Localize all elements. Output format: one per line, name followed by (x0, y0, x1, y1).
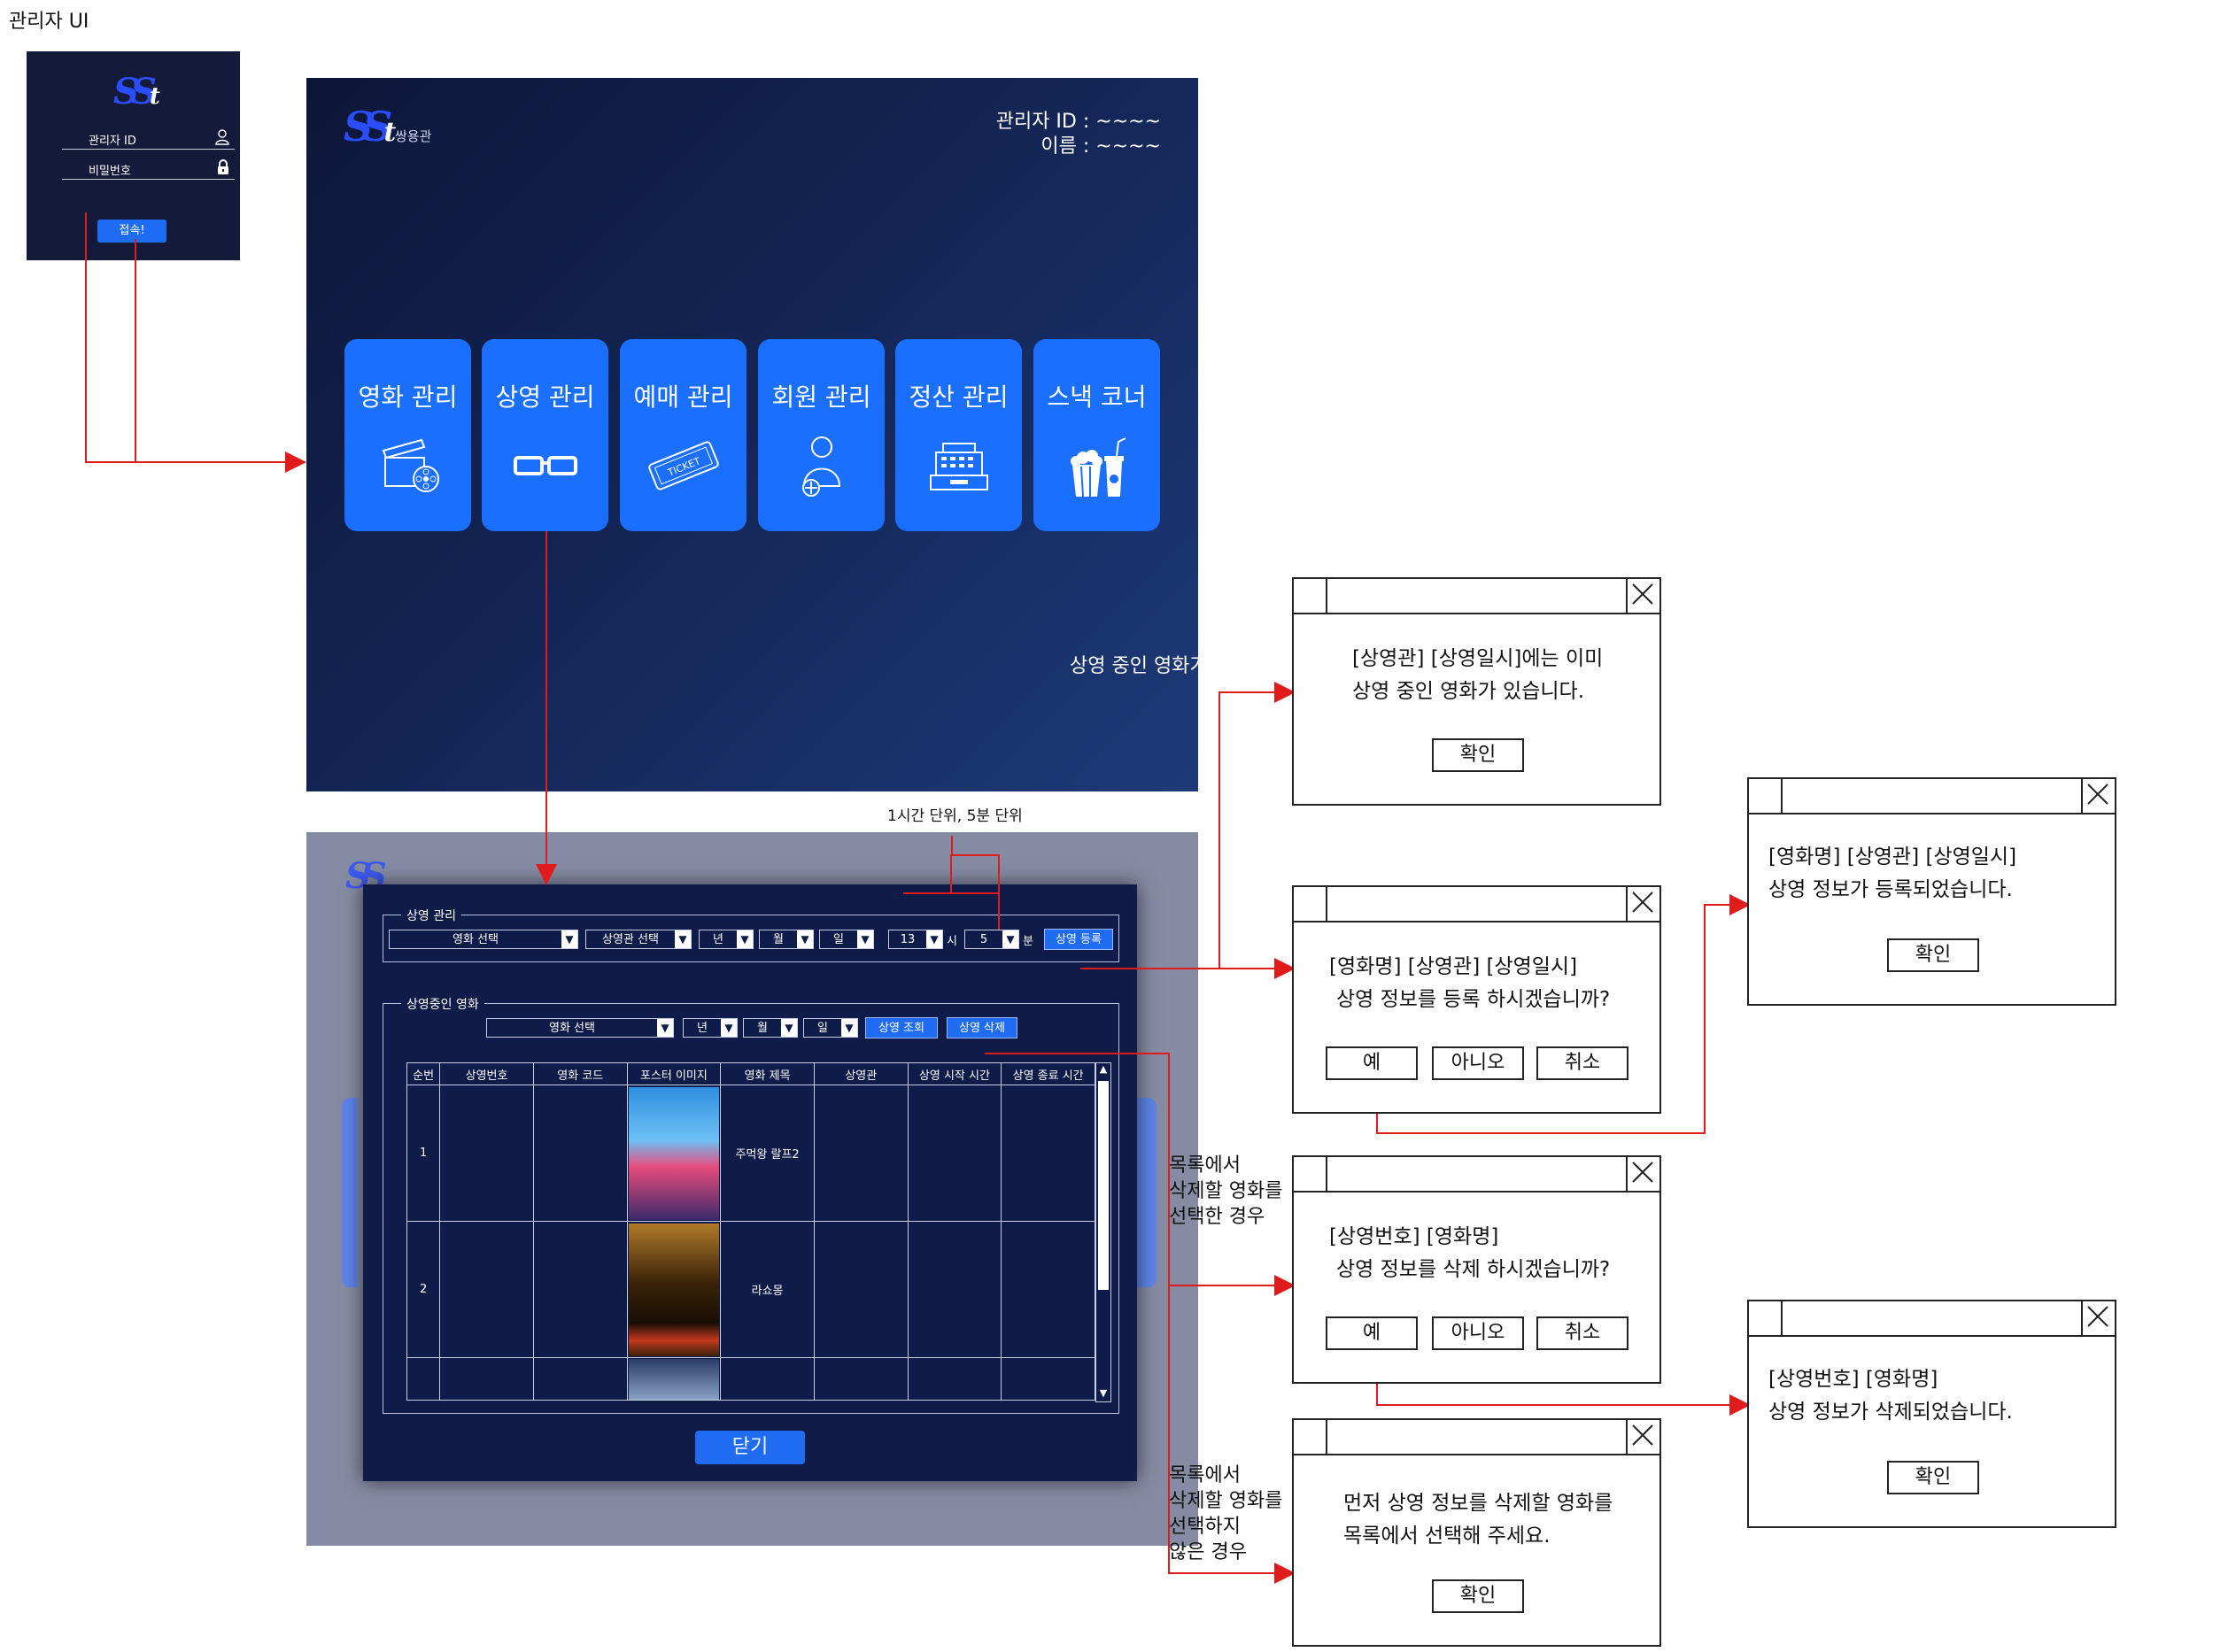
window-menu-icon (1749, 779, 1783, 813)
dialog-message: [상영관] [상영일시]에는 이미 상영 중인 영화가 있습니다. (1352, 647, 1604, 703)
close-icon[interactable] (2081, 779, 2115, 813)
close-icon[interactable] (1626, 1157, 1659, 1191)
if-not-exists-note: 없다면 (1215, 972, 1269, 994)
close-icon[interactable] (1626, 1420, 1659, 1454)
ok-button[interactable]: 확인 (1432, 738, 1524, 772)
yes-button[interactable]: 예 (1326, 1046, 1418, 1080)
ok-button[interactable]: 확인 (1887, 938, 1979, 972)
cancel-button[interactable]: 취소 (1536, 1046, 1628, 1080)
yes-button[interactable]: 예 (1326, 1316, 1418, 1350)
register-done-dialog: [영화명] [상영관] [상영일시] 상영 정보가 등록되었습니다. 확인 (1747, 777, 2116, 1006)
dialog-titlebar (1294, 579, 1659, 614)
delete-confirm-dialog: [상영번호] [영화명] 상영 정보를 삭제 하시겠습니까? 예 아니오 취소 (1292, 1155, 1661, 1384)
dialog-message: [영화명] [상영관] [상영일시] 상영 정보를 등록 하시겠습니까? (1329, 955, 1611, 1011)
register-confirm-dialog: [영화명] [상영관] [상영일시] 상영 정보를 등록 하시겠습니까? 예 아니… (1292, 885, 1661, 1114)
close-icon[interactable] (1626, 579, 1659, 613)
cancel-button[interactable]: 취소 (1536, 1316, 1628, 1350)
window-menu-icon (1294, 887, 1327, 921)
dialog-message: [상영번호] [영화명] 상영 정보를 삭제 하시겠습니까? (1329, 1225, 1611, 1281)
delete-selected-note: 목록에서 삭제할 영화를 선택한 경우 (1169, 1154, 1283, 1228)
window-menu-icon (1294, 1157, 1327, 1191)
dialog-titlebar (1294, 887, 1659, 922)
ok-button[interactable]: 확인 (1432, 1579, 1524, 1613)
ok-button[interactable]: 확인 (1887, 1461, 1979, 1494)
dialog-message: [영화명] [상영관] [상영일시] 상영 정보가 등록되었습니다. (1768, 845, 2017, 901)
delete-not-selected-note: 목록에서 삭제할 영화를 선택하지 않은 경우 (1169, 1464, 1283, 1563)
delete-done-dialog: [상영번호] [영화명] 상영 정보가 삭제되었습니다. 확인 (1747, 1300, 2116, 1528)
close-icon[interactable] (1626, 887, 1659, 921)
dialog-message: [상영번호] [영화명] 상영 정보가 삭제되었습니다. (1768, 1368, 2013, 1424)
dialog-message: 먼저 상영 정보를 삭제할 영화를 목록에서 선택해 주세요. (1343, 1492, 1613, 1548)
conflict-dialog: [상영관] [상영일시]에는 이미 상영 중인 영화가 있습니다. 확인 (1292, 577, 1661, 806)
dialog-titlebar (1749, 1301, 2115, 1337)
window-menu-icon (1294, 579, 1327, 613)
window-menu-icon (1749, 1301, 1783, 1335)
dialog-titlebar (1294, 1420, 1659, 1455)
no-button[interactable]: 아니오 (1432, 1046, 1524, 1080)
dialog-titlebar (1294, 1157, 1659, 1193)
time-unit-note: 1시간 단위, 5분 단위 (887, 807, 1023, 825)
if-exists-note: 상영 중인 영화가 있다면 (1070, 655, 1268, 677)
no-button[interactable]: 아니오 (1432, 1316, 1524, 1350)
select-first-dialog: 먼저 상영 정보를 삭제할 영화를 목록에서 선택해 주세요. 확인 (1292, 1418, 1661, 1647)
close-icon[interactable] (2081, 1301, 2115, 1335)
dialog-titlebar (1749, 779, 2115, 814)
window-menu-icon (1294, 1420, 1327, 1454)
